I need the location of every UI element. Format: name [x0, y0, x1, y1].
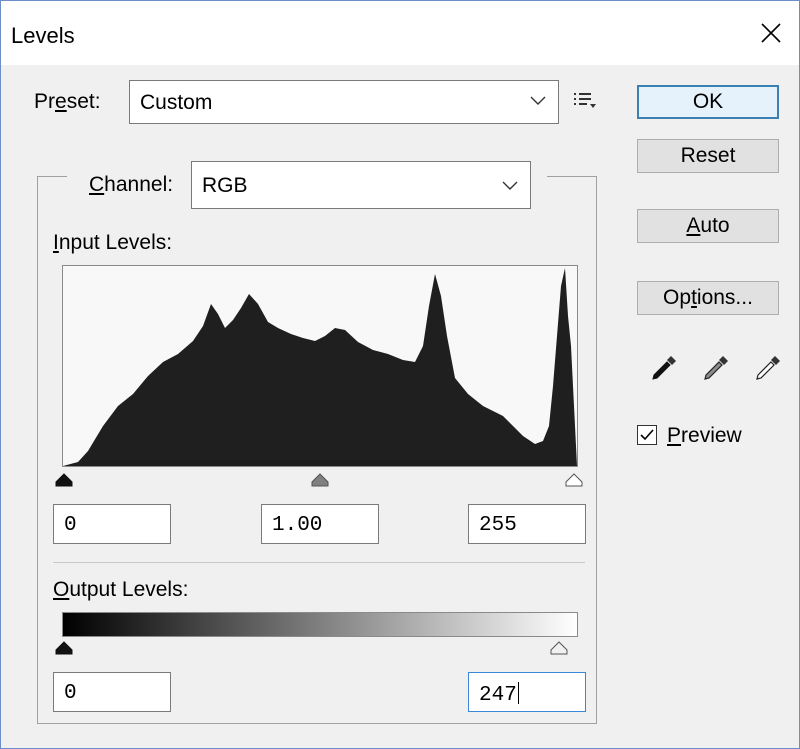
input-gamma-slider[interactable] [310, 473, 330, 487]
preset-value: Custom [140, 91, 213, 114]
levels-dialog: Levels Preset: Custom OK Reset Auto Opti… [0, 0, 800, 749]
histogram-shape [63, 268, 577, 466]
chevron-down-icon [502, 181, 518, 190]
preset-label: Preset: [34, 90, 101, 113]
input-levels-label: Input Levels: [53, 231, 173, 254]
channel-value: RGB [202, 174, 248, 197]
window-title: Levels [11, 23, 75, 48]
text-cursor [517, 682, 519, 704]
preview-checkbox[interactable] [637, 425, 657, 445]
close-icon [761, 23, 781, 43]
output-white-field[interactable]: 247 [468, 672, 586, 712]
input-gamma-field[interactable]: 1.00 [261, 504, 379, 544]
title-bar: Levels [1, 1, 799, 65]
channel-label: Channel: [89, 173, 174, 196]
input-white-slider[interactable] [564, 473, 584, 487]
output-white-slider[interactable] [549, 641, 569, 655]
white-eyedropper-icon[interactable] [753, 353, 783, 383]
input-black-slider[interactable] [54, 473, 74, 487]
preset-dropdown[interactable]: Custom [129, 80, 559, 124]
preview-label[interactable]: Preview [667, 424, 742, 448]
gray-eyedropper-icon[interactable] [701, 353, 731, 383]
auto-button[interactable]: Auto [637, 209, 779, 243]
output-black-slider[interactable] [54, 641, 74, 655]
list-menu-icon[interactable] [573, 91, 597, 111]
chevron-down-icon [530, 96, 546, 105]
output-levels-label: Output Levels: [53, 578, 189, 601]
auto-label: Auto [686, 214, 730, 237]
options-label: Options... [663, 286, 753, 309]
input-black-field[interactable]: 0 [53, 504, 171, 544]
channel-dropdown[interactable]: RGB [191, 161, 531, 209]
ok-label: OK [692, 90, 724, 113]
reset-label: Reset [680, 144, 736, 167]
histogram-plot [63, 268, 577, 466]
separator [53, 562, 585, 563]
output-black-field[interactable]: 0 [53, 672, 171, 712]
options-button[interactable]: Options... [637, 281, 779, 315]
close-button[interactable] [743, 7, 799, 59]
reset-button[interactable]: Reset [637, 139, 779, 173]
output-white-value: 247 [479, 684, 517, 707]
black-eyedropper-icon[interactable] [649, 353, 679, 383]
ok-button[interactable]: OK [637, 85, 779, 119]
histogram [62, 265, 578, 467]
checkmark-icon [640, 429, 654, 441]
input-white-field[interactable]: 255 [468, 504, 586, 544]
output-gradient-bar [62, 612, 578, 637]
